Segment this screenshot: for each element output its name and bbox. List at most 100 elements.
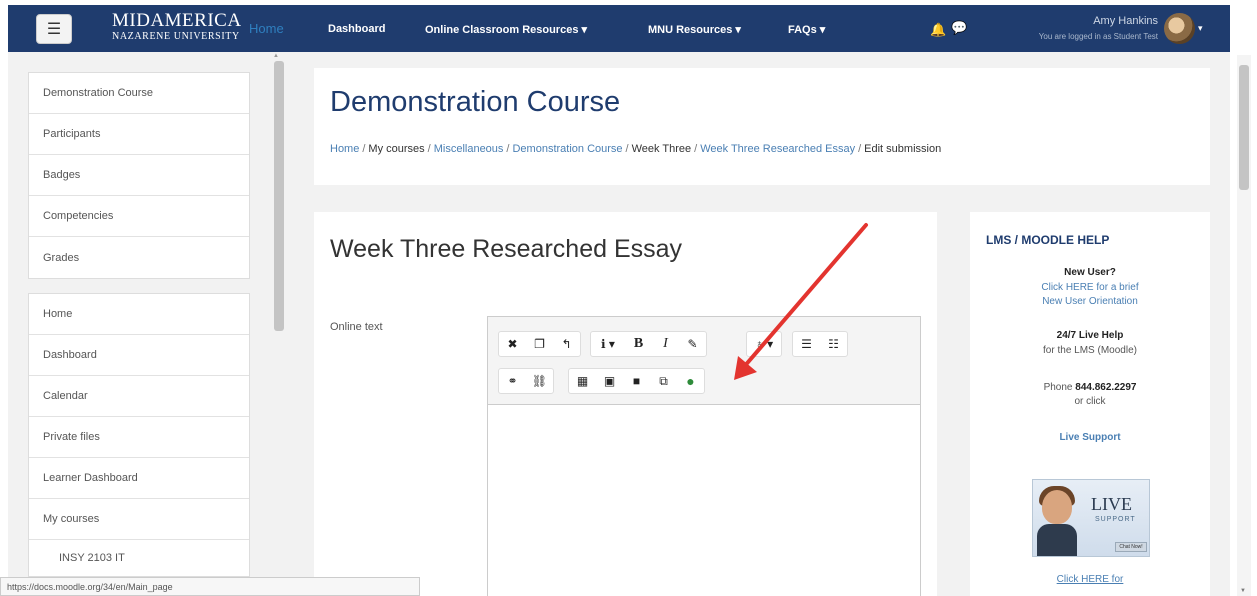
breadcrumb-item-demonstration-course[interactable]: Demonstration Course — [512, 143, 622, 155]
online-text-editor: ✖ ❐ ↰ ℹ ▾ B I ✎ ♁ ▾ ☰ ☷ ⚭ ⛓ ▦ ▣ ■ ⧉ ● — [487, 316, 921, 596]
nav-faqs[interactable]: FAQs ▾ — [788, 23, 825, 36]
live-support-link[interactable]: Live Support — [1000, 432, 1180, 443]
university-logo[interactable]: MIDAMERICA NAZARENE UNIVERSITY — [112, 11, 248, 47]
image-icon[interactable]: ▣ — [596, 369, 623, 393]
left-drawer-scroll-thumb[interactable] — [274, 61, 284, 331]
toolbar-group-2: ℹ ▾ B I ✎ — [590, 331, 707, 357]
submission-card: Week Three Researched Essay Online text … — [314, 212, 937, 596]
nav-link-dashboard[interactable]: Dashboard — [29, 335, 249, 376]
text-color-icon[interactable]: ✎ — [679, 332, 706, 356]
breadcrumb-item-researched-essay[interactable]: Week Three Researched Essay — [700, 143, 855, 155]
nav-link-home[interactable]: Home — [29, 294, 249, 335]
toolbar-group-5: ⚭ ⛓ — [498, 368, 554, 394]
notifications-bell-icon[interactable]: 🔔 — [930, 22, 946, 38]
top-navbar: ☰ MIDAMERICA NAZARENE UNIVERSITY Home Da… — [8, 5, 1230, 52]
hamburger-icon: ☰ — [46, 21, 62, 38]
record-audio-icon[interactable]: ● — [677, 369, 704, 393]
unlink-icon[interactable]: ⛓ — [526, 369, 553, 393]
embed-icon[interactable]: ▦ — [569, 369, 596, 393]
breadcrumb-separator: / — [625, 143, 629, 155]
assignment-title: Week Three Researched Essay — [330, 235, 683, 263]
site-nav-block: Home Dashboard Calendar Private files Le… — [28, 293, 250, 577]
manage-files-icon[interactable]: ⧉ — [650, 369, 677, 393]
help-block-title: LMS / MOODLE HELP — [986, 233, 1110, 247]
breadcrumb-item-edit-submission: Edit submission — [864, 143, 942, 155]
nav-link-private-files[interactable]: Private files — [29, 417, 249, 458]
or-click-text: or click — [1074, 396, 1106, 407]
phone-number: 844.862.2297 — [1075, 382, 1137, 393]
paragraph-style-icon[interactable]: ℹ ▾ — [591, 332, 625, 356]
status-url-bar: https://docs.moodle.org/34/en/Main_page — [0, 577, 420, 596]
breadcrumb: Home / My courses / Miscellaneous / Demonstrat… — [330, 143, 941, 155]
live-support-banner-image[interactable]: LIVE SUPPORT Chat Now! — [1032, 479, 1150, 557]
live-banner-title: LIVE — [1091, 494, 1132, 514]
user-avatar[interactable] — [1164, 13, 1195, 44]
link-icon[interactable]: ⚭ — [499, 369, 526, 393]
chat-now-button[interactable]: Chat Now! — [1115, 542, 1147, 552]
toolbar-group-4: ☰ ☷ — [792, 331, 848, 357]
phone-line: Phone 844.862.2297 — [1000, 382, 1180, 393]
nav-mnu-resources[interactable]: MNU Resources ▾ — [648, 23, 741, 36]
orientation-link-line1[interactable]: Click HERE for a brief — [1000, 282, 1180, 293]
nav-link-calendar[interactable]: Calendar — [29, 376, 249, 417]
breadcrumb-separator: / — [362, 143, 366, 155]
live-help-heading: 24/7 Live Help — [1056, 330, 1124, 341]
undo-icon[interactable]: ↰ — [553, 332, 580, 356]
video-icon[interactable]: ■ — [623, 369, 650, 393]
left-drawer-scrollbar[interactable]: ▲ — [270, 53, 286, 355]
nav-drawer-toggle-button[interactable]: ☰ — [36, 14, 72, 44]
breadcrumb-item-home[interactable]: Home — [330, 143, 359, 155]
click-here-bottom-link[interactable]: Click HERE for — [1000, 574, 1180, 585]
logo-line2: NAZARENE UNIVERSITY — [112, 31, 240, 42]
agent-body-shape — [1037, 524, 1077, 556]
breadcrumb-item-miscellaneous[interactable]: Miscellaneous — [434, 143, 504, 155]
live-banner-sub: SUPPORT — [1095, 516, 1136, 523]
orientation-link-line2[interactable]: New User Orientation — [1000, 296, 1180, 307]
editor-content-area[interactable] — [488, 405, 920, 596]
page-title: Demonstration Course — [330, 86, 621, 118]
user-menu-caret-icon[interactable]: ▾ — [1198, 23, 1203, 34]
breadcrumb-item-week-three: Week Three — [631, 143, 692, 155]
text-highlight-icon[interactable]: ♁ ▾ — [747, 332, 781, 356]
lms-help-block: LMS / MOODLE HELP New User? Click HERE f… — [970, 212, 1210, 596]
logged-in-as-text: You are logged in as Student Test — [1038, 32, 1158, 41]
scroll-up-arrow-icon[interactable]: ▲ — [273, 53, 279, 59]
breadcrumb-separator: / — [427, 143, 431, 155]
nav-link-learner-dashboard[interactable]: Learner Dashboard — [29, 458, 249, 499]
nav-link-competencies[interactable]: Competencies — [29, 196, 249, 237]
left-navigation-drawer: Demonstration Course Participants Badges… — [28, 72, 250, 577]
editor-toolbar: ✖ ❐ ↰ ℹ ▾ B I ✎ ♁ ▾ ☰ ☷ ⚭ ⛓ ▦ ▣ ■ ⧉ ● — [488, 317, 920, 405]
nav-link-insy-2103[interactable]: INSY 2103 IT — [29, 540, 249, 576]
paste-icon[interactable]: ❐ — [526, 332, 553, 356]
nav-link-demonstration-course[interactable]: Demonstration Course — [29, 73, 249, 114]
page-scroll-thumb[interactable] — [1239, 65, 1249, 190]
page-scrollbar[interactable]: ▼ — [1237, 55, 1251, 596]
agent-face-shape — [1042, 490, 1072, 524]
nav-link-grades[interactable]: Grades — [29, 237, 249, 278]
nav-link-badges[interactable]: Badges — [29, 155, 249, 196]
new-user-heading: New User? — [1064, 267, 1116, 278]
bold-icon[interactable]: B — [625, 332, 652, 356]
toolbar-group-3: ♁ ▾ — [746, 331, 782, 357]
breadcrumb-separator: / — [506, 143, 510, 155]
breadcrumb-separator: / — [858, 143, 862, 155]
toolbar-group-1: ✖ ❐ ↰ — [498, 331, 581, 357]
nav-link-participants[interactable]: Participants — [29, 114, 249, 155]
nav-dashboard[interactable]: Dashboard — [328, 23, 385, 35]
online-text-label: Online text — [330, 321, 383, 333]
ordered-list-icon[interactable]: ☷ — [820, 332, 847, 356]
nav-home-link[interactable]: Home — [249, 21, 284, 36]
phone-prefix: Phone — [1043, 382, 1073, 393]
scroll-down-arrow-icon[interactable]: ▼ — [1240, 588, 1246, 594]
page-header-card: Demonstration Course Home / My courses / Mis… — [314, 68, 1210, 185]
unordered-list-icon[interactable]: ☰ — [793, 332, 820, 356]
moodle-page: ☰ MIDAMERICA NAZARENE UNIVERSITY Home Da… — [0, 0, 1257, 596]
nav-online-classroom-resources[interactable]: Online Classroom Resources ▾ — [425, 23, 587, 36]
nav-link-my-courses[interactable]: My courses — [29, 499, 249, 540]
messages-chat-icon[interactable]: 💬 — [951, 20, 967, 36]
breadcrumb-separator: / — [694, 143, 698, 155]
for-lms-text: for the LMS (Moodle) — [1043, 345, 1137, 356]
fullscreen-icon[interactable]: ✖ — [499, 332, 526, 356]
user-name[interactable]: Amy Hankins — [1038, 15, 1158, 27]
italic-icon[interactable]: I — [652, 332, 679, 356]
